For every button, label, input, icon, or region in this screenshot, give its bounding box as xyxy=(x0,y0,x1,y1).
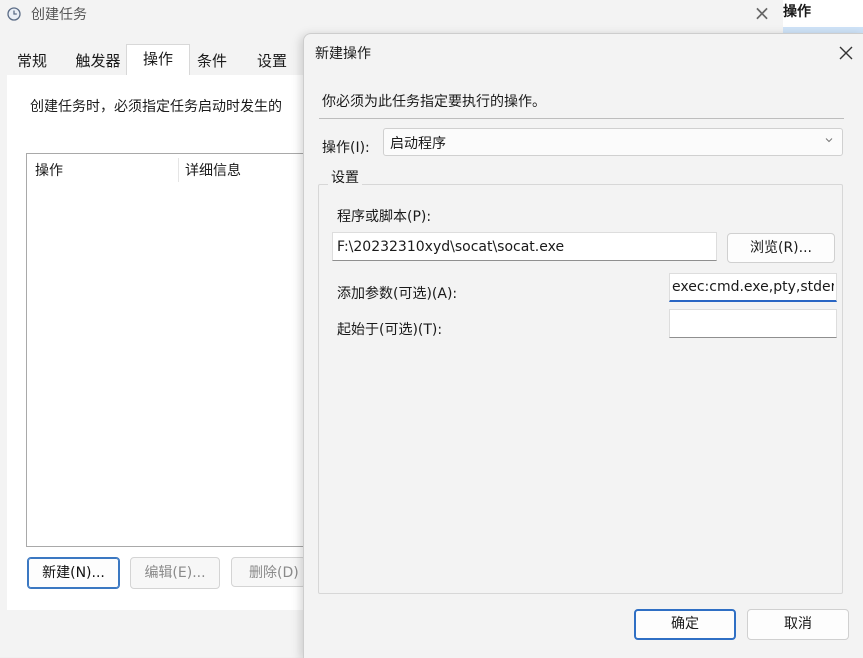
arguments-input[interactable] xyxy=(669,273,837,302)
program-label: 程序或脚本(P): xyxy=(337,209,432,225)
action-select-value: 启动程序 xyxy=(390,136,446,152)
column-header-action[interactable]: 操作 xyxy=(35,160,63,180)
dialog-subtitle: 你必须为此任务指定要执行的操作。 xyxy=(322,94,546,110)
arguments-label: 添加参数(可选)(A): xyxy=(337,286,458,302)
column-divider xyxy=(178,158,179,182)
clock-icon xyxy=(7,7,21,21)
close-icon[interactable] xyxy=(836,43,856,63)
browse-button[interactable]: 浏览(R)... xyxy=(727,233,835,263)
instruction-text: 创建任务时，必须指定任务启动时发生的 xyxy=(30,99,282,115)
new-action-dialog: 新建操作 你必须为此任务指定要执行的操作。 操作(I): 启动程序 设置 程序或… xyxy=(303,33,863,658)
start-in-label: 起始于(可选)(T): xyxy=(337,322,443,338)
settings-legend: 设置 xyxy=(328,167,362,187)
tab-settings[interactable]: 设置 xyxy=(255,46,289,76)
dialog-title: 新建操作 xyxy=(315,46,371,62)
ok-button[interactable]: 确定 xyxy=(634,609,736,640)
action-select[interactable]: 启动程序 xyxy=(383,128,843,156)
delete-button[interactable]: 删除(D) xyxy=(231,557,306,587)
divider xyxy=(319,118,844,119)
right-panel-header-label: 操作 xyxy=(783,4,811,20)
new-button[interactable]: 新建(N)... xyxy=(27,557,120,589)
actions-list[interactable]: 操作 详细信息 xyxy=(26,153,306,547)
title-bar: 创建任务 × xyxy=(0,0,863,32)
action-label: 操作(I): xyxy=(322,140,370,156)
column-header-details[interactable]: 详细信息 xyxy=(185,160,241,180)
close-icon[interactable]: × xyxy=(752,3,772,23)
edit-button[interactable]: 编辑(E)... xyxy=(130,557,220,589)
tab-conditions[interactable]: 条件 xyxy=(195,46,229,76)
program-input[interactable] xyxy=(332,232,717,261)
tab-general[interactable]: 常规 xyxy=(16,46,48,76)
cancel-button[interactable]: 取消 xyxy=(747,609,849,640)
chevron-down-icon xyxy=(825,138,833,143)
tab-triggers[interactable]: 触发器 xyxy=(74,46,122,76)
window-title: 创建任务 xyxy=(31,7,87,23)
tab-actions[interactable]: 操作 xyxy=(126,44,190,77)
start-in-input[interactable] xyxy=(669,309,837,338)
